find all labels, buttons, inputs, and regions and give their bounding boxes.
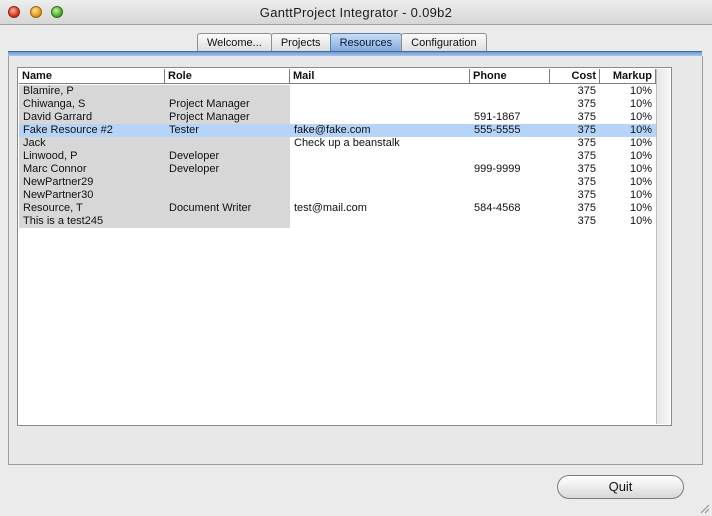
table-row[interactable]: NewPartner30 375 10% — [19, 189, 656, 202]
column-header-markup[interactable]: Markup — [600, 69, 656, 83]
cell-markup[interactable]: 10% — [600, 215, 656, 228]
cell-cost[interactable]: 375 — [550, 98, 600, 111]
window-title: GanttProject Integrator - 0.09b2 — [259, 5, 453, 20]
column-header-phone[interactable]: Phone — [470, 69, 550, 83]
cell-markup[interactable]: 10% — [600, 98, 656, 111]
cell-markup[interactable]: 10% — [600, 124, 656, 137]
cell-cost[interactable]: 375 — [550, 202, 600, 215]
cell-mail[interactable] — [290, 163, 470, 176]
cell-name[interactable]: Fake Resource #2 — [19, 124, 165, 137]
cell-name[interactable]: Jack — [19, 137, 165, 150]
cell-name[interactable]: Chiwanga, S — [19, 98, 165, 111]
table-row[interactable]: Jack Check up a beanstalk 375 10% — [19, 137, 656, 150]
cell-markup[interactable]: 10% — [600, 189, 656, 202]
cell-name[interactable]: Blamire, P — [19, 85, 165, 98]
cell-mail[interactable]: Check up a beanstalk — [290, 137, 470, 150]
cell-markup[interactable]: 10% — [600, 85, 656, 98]
table-row[interactable]: David Garrard Project Manager 591-1867 375 1… — [19, 111, 656, 124]
tab-welcome[interactable]: Welcome... — [197, 33, 272, 52]
cell-markup[interactable]: 10% — [600, 163, 656, 176]
tab-projects[interactable]: Projects — [270, 33, 331, 52]
cell-role[interactable] — [165, 176, 290, 189]
cell-mail[interactable] — [290, 150, 470, 163]
cell-role[interactable] — [165, 85, 290, 98]
vertical-scrollbar[interactable] — [656, 69, 670, 424]
cell-markup[interactable]: 10% — [600, 150, 656, 163]
cell-mail[interactable] — [290, 176, 470, 189]
column-header-mail[interactable]: Mail — [290, 69, 470, 83]
cell-cost[interactable]: 375 — [550, 176, 600, 189]
cell-mail[interactable] — [290, 85, 470, 98]
cell-role[interactable] — [165, 189, 290, 202]
cell-cost[interactable]: 375 — [550, 137, 600, 150]
cell-cost[interactable]: 375 — [550, 189, 600, 202]
cell-cost[interactable]: 375 — [550, 163, 600, 176]
cell-markup[interactable]: 10% — [600, 176, 656, 189]
column-header-name[interactable]: Name — [19, 69, 165, 83]
cell-role[interactable]: Project Manager — [165, 111, 290, 124]
cell-phone[interactable]: 555-5555 — [470, 124, 550, 137]
quit-button[interactable]: Quit — [557, 475, 684, 499]
tab-configuration[interactable]: Configuration — [401, 33, 487, 52]
column-header-role[interactable]: Role — [165, 69, 290, 83]
cell-phone[interactable] — [470, 215, 550, 228]
cell-name[interactable]: Resource, T — [19, 202, 165, 215]
table-row[interactable]: Resource, T Document Writer test@mail.com 5… — [19, 202, 656, 215]
cell-phone[interactable]: 591-1867 — [470, 111, 550, 124]
cell-mail[interactable] — [290, 111, 470, 124]
cell-name[interactable]: NewPartner30 — [19, 189, 165, 202]
table-row[interactable]: This is a test245 375 10% — [19, 215, 656, 228]
cell-phone[interactable] — [470, 189, 550, 202]
cell-name[interactable]: This is a test245 — [19, 215, 165, 228]
cell-cost[interactable]: 375 — [550, 215, 600, 228]
cell-cost[interactable]: 375 — [550, 85, 600, 98]
cell-phone[interactable]: 584-4568 — [470, 202, 550, 215]
cell-mail[interactable]: test@mail.com — [290, 202, 470, 215]
cell-markup[interactable]: 10% — [600, 111, 656, 124]
cell-mail[interactable] — [290, 215, 470, 228]
cell-role[interactable]: Developer — [165, 163, 290, 176]
table-header: Name Role Mail Phone Cost Markup — [19, 69, 656, 84]
cell-mail[interactable] — [290, 189, 470, 202]
cell-role[interactable]: Tester — [165, 124, 290, 137]
cell-mail[interactable]: fake@fake.com — [290, 124, 470, 137]
table-row[interactable]: Blamire, P 375 10% — [19, 85, 656, 98]
cell-mail[interactable] — [290, 98, 470, 111]
cell-cost[interactable]: 375 — [550, 150, 600, 163]
table-row[interactable]: Fake Resource #2 Tester fake@fake.com 555-5… — [19, 124, 656, 137]
window-titlebar: GanttProject Integrator - 0.09b2 — [0, 0, 712, 25]
resources-table: Name Role Mail Phone Cost Markup Blamire… — [17, 67, 672, 426]
cell-phone[interactable] — [470, 137, 550, 150]
cell-phone[interactable] — [470, 98, 550, 111]
cell-cost[interactable]: 375 — [550, 111, 600, 124]
cell-cost[interactable]: 375 — [550, 124, 600, 137]
cell-name[interactable]: Marc Connor — [19, 163, 165, 176]
cell-name[interactable]: NewPartner29 — [19, 176, 165, 189]
cell-name[interactable]: David Garrard — [19, 111, 165, 124]
tab-bar: Welcome... Projects Resources Configurat… — [197, 33, 487, 53]
cell-markup[interactable]: 10% — [600, 137, 656, 150]
table-row[interactable]: Chiwanga, S Project Manager 375 10% — [19, 98, 656, 111]
column-header-cost[interactable]: Cost — [550, 69, 600, 83]
cell-role[interactable] — [165, 215, 290, 228]
cell-role[interactable]: Document Writer — [165, 202, 290, 215]
cell-phone[interactable]: 999-9999 — [470, 163, 550, 176]
table-row[interactable]: Marc Connor Developer 999-9999 375 10% — [19, 163, 656, 176]
cell-role[interactable] — [165, 137, 290, 150]
tab-resources[interactable]: Resources — [329, 33, 403, 52]
cell-phone[interactable] — [470, 176, 550, 189]
cell-role[interactable]: Developer — [165, 150, 290, 163]
cell-name[interactable]: Linwood, P — [19, 150, 165, 163]
cell-phone[interactable] — [470, 150, 550, 163]
cell-markup[interactable]: 10% — [600, 202, 656, 215]
cell-role[interactable]: Project Manager — [165, 98, 290, 111]
table-row[interactable]: Linwood, P Developer 375 10% — [19, 150, 656, 163]
resize-grip-icon[interactable] — [698, 502, 710, 514]
cell-phone[interactable] — [470, 85, 550, 98]
table-row[interactable]: NewPartner29 375 10% — [19, 176, 656, 189]
